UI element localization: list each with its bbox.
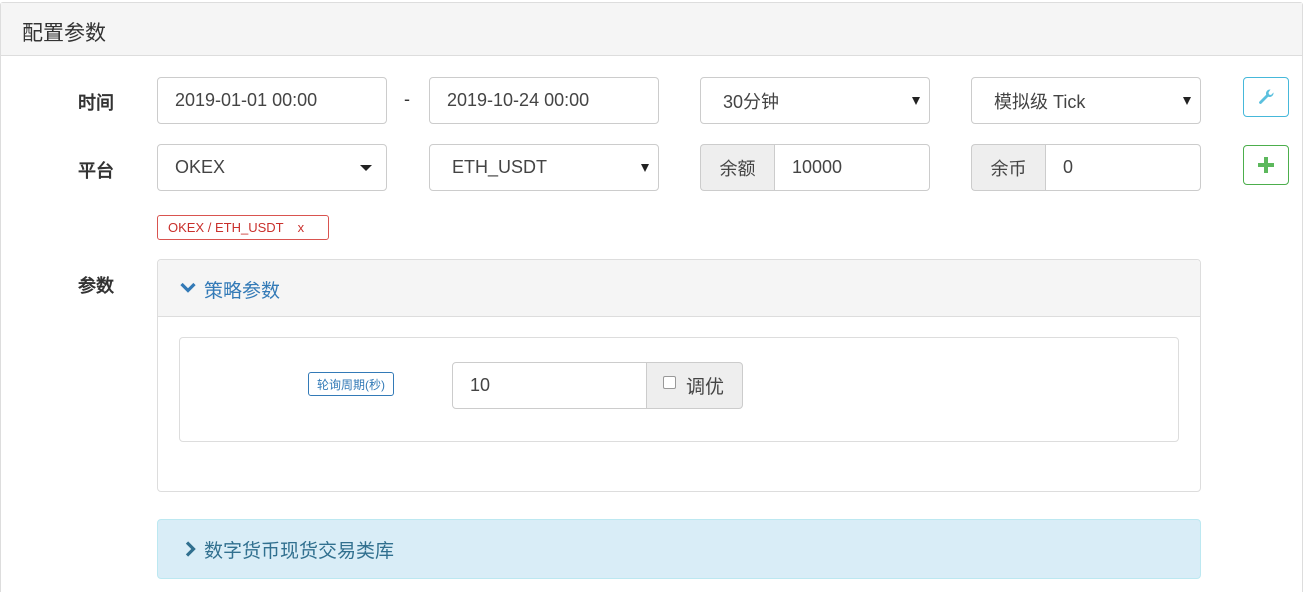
chevron-right-icon [185,541,196,557]
exchange-select[interactable]: OKEX [157,144,387,191]
date-separator: - [404,89,410,109]
platform-label: 平台 [78,161,114,181]
tag-label: OKEX / ETH_USDT [168,220,284,235]
exchange-value: OKEX [175,157,226,177]
balance-group: 余额 10000 [700,144,930,191]
remove-tag-button[interactable]: x [298,220,305,235]
mode-select[interactable]: 模拟级 Tick [971,77,1201,124]
pair-value: ETH_USDT [452,157,548,177]
coin-label: 余币 [971,144,1045,191]
caret-down-icon [1183,97,1191,105]
end-time-input[interactable]: 2019-10-24 00:00 [429,77,659,124]
strategy-params-title: 策略参数 [204,281,281,302]
panel-title: 配置参数 [22,22,106,45]
library-title: 数字货币现货交易类库 [204,541,395,562]
strategy-params-panel: 策略参数 轮询周期(秒) 10 调优 [157,259,1201,492]
library-panel-header[interactable]: 数字货币现货交易类库 [157,519,1201,579]
balance-label: 余额 [700,144,774,191]
start-time-input[interactable]: 2019-01-01 00:00 [157,77,387,124]
coin-group: 余币 0 [971,144,1201,191]
poll-interval-input[interactable]: 10 [452,362,647,409]
coin-value: 0 [1063,157,1074,177]
wrench-icon [1259,89,1274,104]
strategy-params-header[interactable]: 策略参数 [158,260,1200,317]
caret-down-icon [912,97,920,105]
time-label: 时间 [78,93,114,113]
balance-input[interactable]: 10000 [774,144,930,191]
param-row: 轮询周期(秒) 10 调优 [179,337,1179,442]
params-label: 参数 [78,276,114,296]
selected-platform-tag: OKEX / ETH_USDT x [157,215,329,240]
panel-heading: 配置参数 [1,3,1302,56]
mode-value: 模拟级 Tick [994,91,1086,112]
settings-button[interactable] [1243,77,1289,117]
period-select[interactable]: 30分钟 [700,77,930,124]
pair-select[interactable]: ETH_USDT [429,144,659,191]
balance-value: 10000 [792,157,843,177]
add-platform-button[interactable] [1243,145,1289,185]
tune-toggle[interactable]: 调优 [646,362,743,409]
period-value: 30分钟 [723,91,780,112]
poll-interval-value: 10 [470,375,491,395]
caret-down-icon [360,165,372,171]
caret-down-icon [641,164,649,172]
param-label: 轮询周期(秒) [308,372,394,396]
end-time-value: 2019-10-24 00:00 [447,90,590,110]
tune-label: 调优 [686,377,725,398]
chevron-down-icon [180,282,196,293]
tune-checkbox[interactable] [663,376,676,389]
coin-input[interactable]: 0 [1045,144,1201,191]
plus-icon [1258,157,1274,173]
start-time-value: 2019-01-01 00:00 [175,90,318,110]
